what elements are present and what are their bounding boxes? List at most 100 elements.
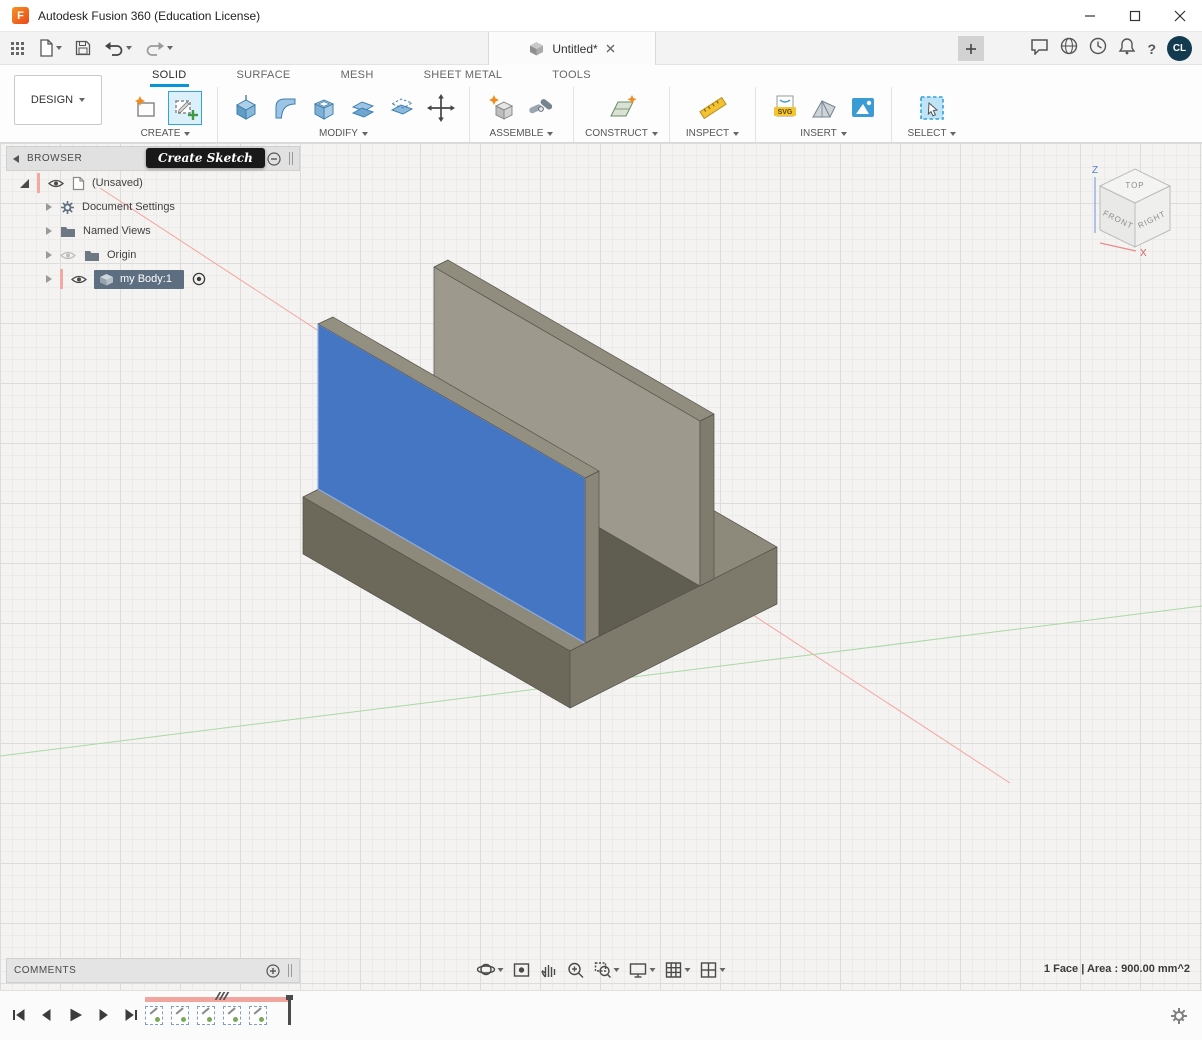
document-tab[interactable]: Untitled* [488,32,656,65]
x-axis-label: X [1140,248,1147,259]
file-menu-button[interactable] [38,39,62,57]
browser-row-origin[interactable]: Origin [6,243,300,267]
display-settings-icon[interactable] [629,961,656,979]
timeline-settings-gear-icon[interactable] [1168,1005,1190,1032]
tab-sheet-metal[interactable]: SHEET METAL [422,66,505,87]
timeline-sketch-feature[interactable] [197,1006,215,1025]
expander-closed-icon[interactable] [46,227,52,235]
help-icon[interactable]: ? [1147,41,1156,57]
construction-plane-icon[interactable] [605,91,639,125]
fillet-icon[interactable] [268,91,302,125]
timeline-sketch-feature[interactable] [145,1006,163,1025]
orbit-icon[interactable] [477,960,504,979]
ground-target-icon[interactable] [192,272,206,286]
redo-button[interactable] [145,40,173,56]
model-right-wall-end-face[interactable] [700,414,714,586]
user-avatar[interactable]: CL [1167,36,1192,61]
job-status-icon[interactable] [1030,38,1049,60]
timeline-skip-start-button[interactable] [8,1004,30,1026]
app-grid-icon[interactable] [10,41,25,56]
minimize-panel-icon[interactable] [267,152,281,166]
browser-row-body[interactable]: my Body:1 [6,267,300,291]
grid-caret-icon [685,968,691,972]
browser-row-document-settings[interactable]: Document Settings [6,195,300,219]
timeline-track[interactable] [145,997,291,1025]
press-pull-icon[interactable] [229,91,263,125]
browser-row-document[interactable]: (Unsaved) [6,171,300,195]
grid-settings-icon[interactable] [665,961,691,979]
minimize-button[interactable] [1067,0,1112,32]
zoom-window-icon[interactable] [594,961,620,979]
notifications-bell-icon[interactable] [1118,37,1136,60]
new-component-icon[interactable] [485,91,519,125]
workspace-selector[interactable]: DESIGN [14,75,102,125]
tab-surface[interactable]: SURFACE [235,66,293,87]
select-menu[interactable]: SELECT [908,127,957,141]
timeline-step-back-button[interactable] [36,1004,58,1026]
web-icon[interactable] [1060,37,1078,60]
panel-grip-icon[interactable] [288,964,292,977]
pan-icon[interactable] [540,961,558,979]
model-body[interactable] [303,260,777,708]
create-sketch-button[interactable] [168,91,202,125]
expander-closed-icon[interactable] [46,203,52,211]
folder-icon [60,225,76,237]
measure-icon[interactable] [696,91,730,125]
insert-svg-icon[interactable]: SVG [768,91,802,125]
timeline-sketch-feature[interactable] [223,1006,241,1025]
viewport-canvas[interactable]: BROWSER (Unsaved) Document Settings [0,143,1202,990]
inspect-menu[interactable]: INSPECT [686,127,739,141]
joint-icon[interactable] [524,91,558,125]
move-copy-icon[interactable] [424,91,458,125]
view-cube[interactable]: Z TOP FRONT RIGHT X [1078,155,1190,272]
tab-tools[interactable]: TOOLS [550,66,593,87]
timeline-step-forward-button[interactable] [92,1004,114,1026]
insert-canvas-icon[interactable] [846,91,880,125]
viewports-icon[interactable] [700,961,726,979]
eye-hidden-icon[interactable] [60,250,76,261]
tab-solid[interactable]: SOLID [150,66,189,87]
model-left-wall-end-face[interactable] [585,471,599,643]
window-title: Autodesk Fusion 360 (Education License) [38,9,260,23]
modify-menu[interactable]: MODIFY [319,127,368,141]
browser-row-named-views[interactable]: Named Views [6,219,300,243]
group-create: CREATE [114,87,218,142]
comments-bar[interactable]: COMMENTS [6,958,300,983]
expander-closed-icon[interactable] [46,251,52,259]
assemble-menu[interactable]: ASSEMBLE [490,127,554,141]
new-sketch-icon[interactable] [129,91,163,125]
combine-icon[interactable] [346,91,380,125]
timeline-sketch-feature[interactable] [249,1006,267,1025]
insert-menu[interactable]: INSERT [800,127,847,141]
timeline-skip-end-button[interactable] [120,1004,142,1026]
eye-visible-icon[interactable] [71,274,87,285]
add-comment-icon[interactable] [266,964,280,978]
shell-icon[interactable] [307,91,341,125]
new-tab-button[interactable] [958,36,984,61]
select-tool-icon[interactable] [915,91,949,125]
insert-mesh-icon[interactable] [807,91,841,125]
panel-grip-icon[interactable] [289,152,293,165]
timeline-hatch-marks [217,992,227,1000]
construct-menu[interactable]: CONSTRUCT [585,127,658,141]
timeline-playhead[interactable] [288,997,291,1025]
look-at-icon[interactable] [513,961,531,979]
close-tab-icon[interactable] [606,44,615,53]
maximize-button[interactable] [1112,0,1157,32]
save-button[interactable] [75,40,91,56]
undo-button[interactable] [104,40,132,56]
selected-body-node[interactable]: my Body:1 [94,270,184,289]
collapse-panel-icon[interactable] [13,155,19,163]
offset-face-icon[interactable] [385,91,419,125]
create-menu[interactable]: CREATE [141,127,191,141]
expander-closed-icon[interactable] [46,275,52,283]
expander-open-icon[interactable] [20,179,29,188]
timeline-play-button[interactable] [64,1004,86,1026]
history-clock-icon[interactable] [1089,37,1107,60]
timeline-sketch-feature[interactable] [171,1006,189,1025]
tab-mesh[interactable]: MESH [339,66,376,87]
eye-visible-icon[interactable] [48,178,64,189]
comments-label: COMMENTS [14,965,258,976]
close-button[interactable] [1157,0,1202,32]
zoom-icon[interactable] [567,961,585,979]
